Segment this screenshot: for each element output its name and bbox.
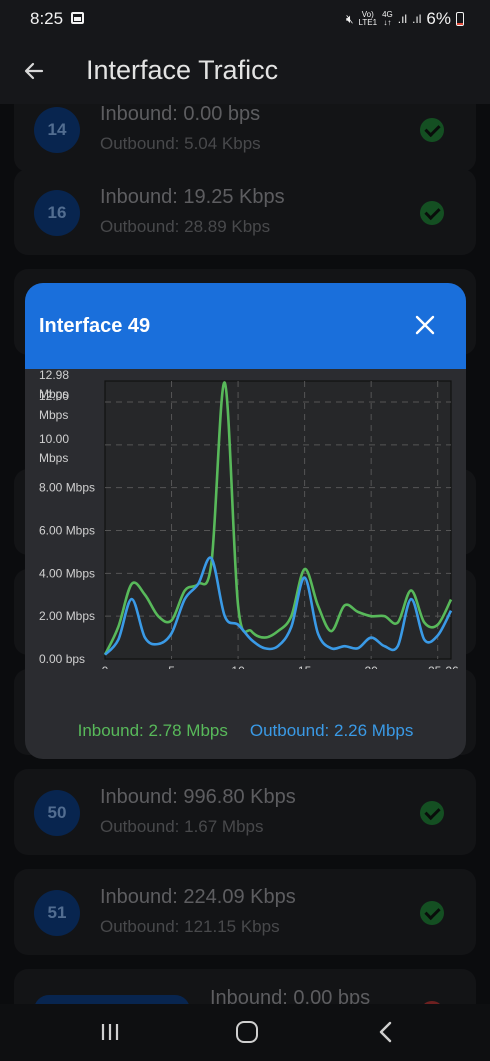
signal-icon: .ıl [397,12,408,26]
list-item[interactable]: 14 Inbound: 0.00 bps Outbound: 5.04 Kbps [14,104,476,172]
home-icon[interactable] [236,1021,258,1043]
interface-avatar: 50 [34,790,80,836]
mute-icon: 🔇︎ [345,11,354,26]
list-item[interactable]: 50 Inbound: 996.80 Kbps Outbound: 1.67 M… [14,769,476,855]
check-icon [420,801,444,825]
outbound-text: Outbound: 121.15 Kbps [100,917,280,936]
volte-bottom: LTE1 [358,18,378,27]
legend-outbound: Outbound: 2.26 Mbps [249,721,414,740]
status-time: 8:25 [30,9,64,28]
interface-dialog: Interface 49 0.00 bps 2.00 Mbps 4.00 Mbps 6… [25,283,466,759]
list-item[interactable]: Inbound: 0.00 bps [14,969,476,1004]
recent-apps-icon[interactable] [99,1022,121,1042]
list-item[interactable]: 51 Inbound: 224.09 Kbps Outbound: 121.15… [14,869,476,955]
inbound-text: Inbound: 224.09 Kbps [100,886,296,908]
x-tick-label: 20 [364,664,378,669]
chart-legend: Inbound: 2.78 Mbps Outbound: 2.26 Mbps [25,721,466,741]
traffic-chart: 0.00 bps 2.00 Mbps 4.00 Mbps 6.00 Mbps 8.00 … [25,368,466,678]
check-icon [420,201,444,225]
data-4g-icon: 4G ↓↑ [382,11,393,27]
x-tick-label: 26 [445,664,459,669]
x-tick-label: 0 [102,664,109,669]
traffic-chart-svg: 0.00 bps 2.00 Mbps 4.00 Mbps 6.00 Mbps 8.00 … [39,368,459,678]
list-item[interactable]: 16 Inbound: 19.25 Kbps Outbound: 28.89 K… [14,169,476,255]
4g-bottom: ↓↑ [383,18,392,27]
system-nav-bar [0,1004,490,1061]
interface-avatar: 16 [34,190,80,236]
inbound-text: Inbound: 996.80 Kbps [100,786,296,808]
back-arrow-icon[interactable] [22,59,46,83]
x-tick-label: 5 [168,664,175,669]
nav-back-icon[interactable] [375,1020,397,1044]
legend-inbound: Inbound: 2.78 Mbps [77,721,228,740]
signal-icon-2: .ıl [412,12,422,26]
status-bar: 8:25 🔇︎ Vo) LTE1 4G ↓↑ .ıl .ıl 6% [0,0,490,38]
x-tick-label: 15 [298,664,312,669]
y-tick-label: 4.00 Mbps [39,566,95,580]
y-tick-label: 0.00 bps [39,652,85,666]
outbound-text: Outbound: 5.04 Kbps [100,134,261,153]
inbound-text: Inbound: 19.25 Kbps [100,186,285,208]
y-tick-label: 10.00 Mbps [39,432,69,465]
outbound-text: Outbound: 1.67 Mbps [100,817,264,836]
volte-icon: Vo) LTE1 [359,11,378,27]
interface-avatar: 51 [34,890,80,936]
inbound-text: Inbound: 0.00 bps [100,104,261,125]
app-bar: Interface Traficc [0,38,490,104]
y-tick-label: 6.00 Mbps [39,523,95,537]
image-notification-icon [71,12,84,24]
dialog-title: Interface 49 [39,315,151,337]
outbound-text: Outbound: 28.89 Kbps [100,217,271,236]
interface-avatar [34,995,190,1004]
check-icon [420,901,444,925]
x-tick-label: 25 [428,664,442,669]
check-icon [420,118,444,142]
y-tick-label: 8.00 Mbps [39,481,95,495]
page-title: Interface Traficc [86,55,279,85]
y-tick-label: 2.00 Mbps [39,609,95,623]
interface-avatar: 14 [34,107,80,153]
y-tick-label: 12.98 Mbps [39,369,69,401]
close-icon[interactable] [414,314,436,336]
dialog-header: Interface 49 [25,283,466,369]
battery-icon [456,12,464,26]
status-icons: 🔇︎ Vo) LTE1 4G ↓↑ .ıl .ıl 6% [346,9,464,29]
x-tick-label: 10 [231,664,245,669]
inbound-text: Inbound: 0.00 bps [210,987,371,1004]
battery-percent: 6% [426,9,451,28]
